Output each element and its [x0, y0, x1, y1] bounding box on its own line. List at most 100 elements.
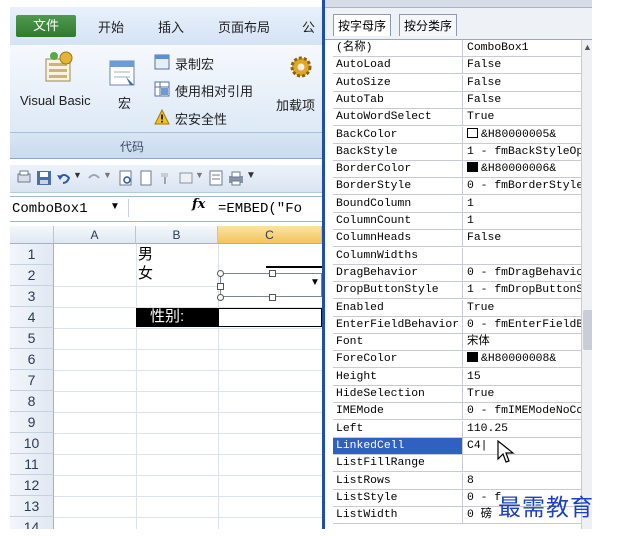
- property-value[interactable]: [464, 248, 592, 264]
- property-value[interactable]: &H80000005&: [464, 127, 592, 143]
- property-row[interactable]: BorderColor &H80000006&: [333, 161, 592, 179]
- undo-icon[interactable]: [56, 170, 72, 186]
- property-value[interactable]: 宋体: [464, 334, 592, 350]
- property-row[interactable]: ColumnWidths: [333, 247, 592, 265]
- property-value[interactable]: False: [464, 75, 592, 91]
- properties-icon[interactable]: [208, 170, 224, 186]
- row-header[interactable]: 14: [10, 517, 54, 529]
- property-value[interactable]: 0 - fmEnterFieldB: [464, 317, 592, 333]
- property-value[interactable]: False: [464, 92, 592, 108]
- name-box-dropdown-icon[interactable]: ▼: [110, 201, 120, 212]
- row-header[interactable]: 7: [10, 370, 54, 391]
- property-value[interactable]: True: [464, 386, 592, 402]
- property-value[interactable]: 0 - fmDragBehavio: [464, 265, 592, 281]
- row-header[interactable]: 13: [10, 496, 54, 517]
- property-row[interactable]: AutoWordSelect True: [333, 109, 592, 127]
- relative-refs-button[interactable]: 使用相对引用: [154, 80, 274, 100]
- property-value[interactable]: 110.25: [464, 421, 592, 437]
- save-icon[interactable]: [36, 170, 52, 186]
- property-row[interactable]: BoundColumn 1: [333, 195, 592, 213]
- scroll-up-icon[interactable]: ▲: [583, 42, 592, 52]
- property-row[interactable]: BackColor &H80000005&: [333, 126, 592, 144]
- resize-handle[interactable]: [217, 270, 224, 277]
- property-value[interactable]: 0 - fmIMEModeNoCo: [464, 403, 592, 419]
- column-header-c[interactable]: C: [218, 226, 322, 244]
- property-value[interactable]: True: [464, 109, 592, 125]
- property-row[interactable]: ColumnCount 1: [333, 213, 592, 230]
- property-row[interactable]: Font 宋体: [333, 334, 592, 352]
- property-value[interactable]: C4|: [464, 438, 592, 454]
- row-header[interactable]: 10: [10, 433, 54, 454]
- property-row[interactable]: Enabled True: [333, 299, 592, 317]
- addins-button[interactable]: 加载项: [276, 53, 322, 123]
- property-value[interactable]: 1 - fmBackStyleOp: [464, 144, 592, 160]
- print-icon[interactable]: [228, 170, 244, 186]
- property-row[interactable]: DragBehavior 0 - fmDragBehavio: [333, 264, 592, 282]
- cell-b4[interactable]: 性别:: [136, 308, 218, 327]
- row-header[interactable]: 6: [10, 349, 54, 370]
- property-row[interactable]: AutoSize False: [333, 74, 592, 92]
- macros-button[interactable]: 宏: [106, 59, 142, 121]
- tab-file[interactable]: 文件: [16, 15, 76, 37]
- formula-input[interactable]: =EMBED("Fo: [218, 199, 302, 219]
- row-header[interactable]: 11: [10, 454, 54, 475]
- properties-scrollbar[interactable]: [581, 40, 592, 529]
- row-header[interactable]: 2: [10, 265, 54, 286]
- resize-handle[interactable]: [217, 283, 224, 290]
- property-value[interactable]: 8: [464, 473, 592, 489]
- property-value[interactable]: [464, 455, 592, 471]
- row-header[interactable]: 3: [10, 286, 54, 307]
- print-preview-page-icon[interactable]: [118, 170, 134, 186]
- combobox-dropdown-icon[interactable]: ▼: [310, 277, 320, 288]
- shape-dropdown-icon[interactable]: ▼: [195, 170, 204, 180]
- property-row[interactable]: ListRows 8: [333, 472, 592, 490]
- row-header[interactable]: 8: [10, 391, 54, 412]
- property-value[interactable]: 1: [464, 213, 592, 229]
- property-row[interactable]: DropButtonStyle 1 - fmDropButtonS: [333, 282, 592, 300]
- property-value[interactable]: &H80000008&: [464, 351, 592, 367]
- tab-formulas[interactable]: 公: [302, 17, 315, 36]
- macro-security-button[interactable]: 宏安全性: [154, 108, 264, 128]
- property-value[interactable]: True: [464, 300, 592, 316]
- tab-home[interactable]: 开始: [98, 17, 124, 36]
- column-header-a[interactable]: A: [54, 226, 136, 244]
- column-header-b[interactable]: B: [136, 226, 218, 244]
- property-value[interactable]: ComboBox1: [464, 40, 592, 56]
- property-row[interactable]: AutoTab False: [333, 91, 592, 109]
- tab-insert[interactable]: 插入: [158, 17, 184, 36]
- redo-icon[interactable]: [86, 170, 102, 186]
- property-value[interactable]: False: [464, 230, 592, 246]
- property-value[interactable]: False: [464, 57, 592, 73]
- property-value[interactable]: 1: [464, 196, 592, 212]
- scrollbar-thumb[interactable]: [583, 310, 592, 350]
- property-value[interactable]: 0 - fmBorderStyle: [464, 178, 592, 194]
- property-row[interactable]: IMEMode 0 - fmIMEModeNoCo: [333, 403, 592, 421]
- row-header[interactable]: 5: [10, 328, 54, 349]
- property-row[interactable]: Left 110.25: [333, 420, 592, 438]
- cell-c4[interactable]: [218, 308, 322, 327]
- select-all-corner[interactable]: [10, 226, 54, 244]
- property-row[interactable]: Height 15: [333, 368, 592, 386]
- redo-dropdown-icon[interactable]: ▼: [103, 170, 112, 180]
- property-row[interactable]: EnterFieldBehavior 0 - fmEnterFieldB: [333, 316, 592, 334]
- row-header[interactable]: 9: [10, 412, 54, 433]
- property-row[interactable]: (名称) ComboBox1: [333, 40, 592, 57]
- tab-categorized[interactable]: 按分类序: [399, 14, 458, 36]
- resize-handle[interactable]: [269, 294, 276, 301]
- property-value[interactable]: 1 - fmDropButtonS: [464, 282, 592, 298]
- row-header[interactable]: 4: [10, 307, 54, 328]
- row-header[interactable]: 1: [10, 244, 54, 265]
- resize-handle[interactable]: [217, 294, 224, 301]
- row-header[interactable]: 12: [10, 475, 54, 496]
- insert-function-icon[interactable]: fx: [192, 197, 205, 212]
- visual-basic-button[interactable]: Visual Basic: [20, 51, 94, 121]
- property-row[interactable]: HideSelection True: [333, 386, 592, 403]
- property-row[interactable]: ListFillRange: [333, 455, 592, 473]
- property-row[interactable]: BorderStyle 0 - fmBorderStyle: [333, 178, 592, 196]
- property-value[interactable]: &H80000006&: [464, 161, 592, 177]
- property-row[interactable]: LinkedCell C4|: [333, 437, 592, 455]
- print-preview-icon[interactable]: [16, 170, 32, 186]
- cell-b1[interactable]: 男: [138, 243, 153, 264]
- property-row[interactable]: ForeColor &H80000008&: [333, 351, 592, 369]
- new-document-icon[interactable]: [138, 170, 154, 186]
